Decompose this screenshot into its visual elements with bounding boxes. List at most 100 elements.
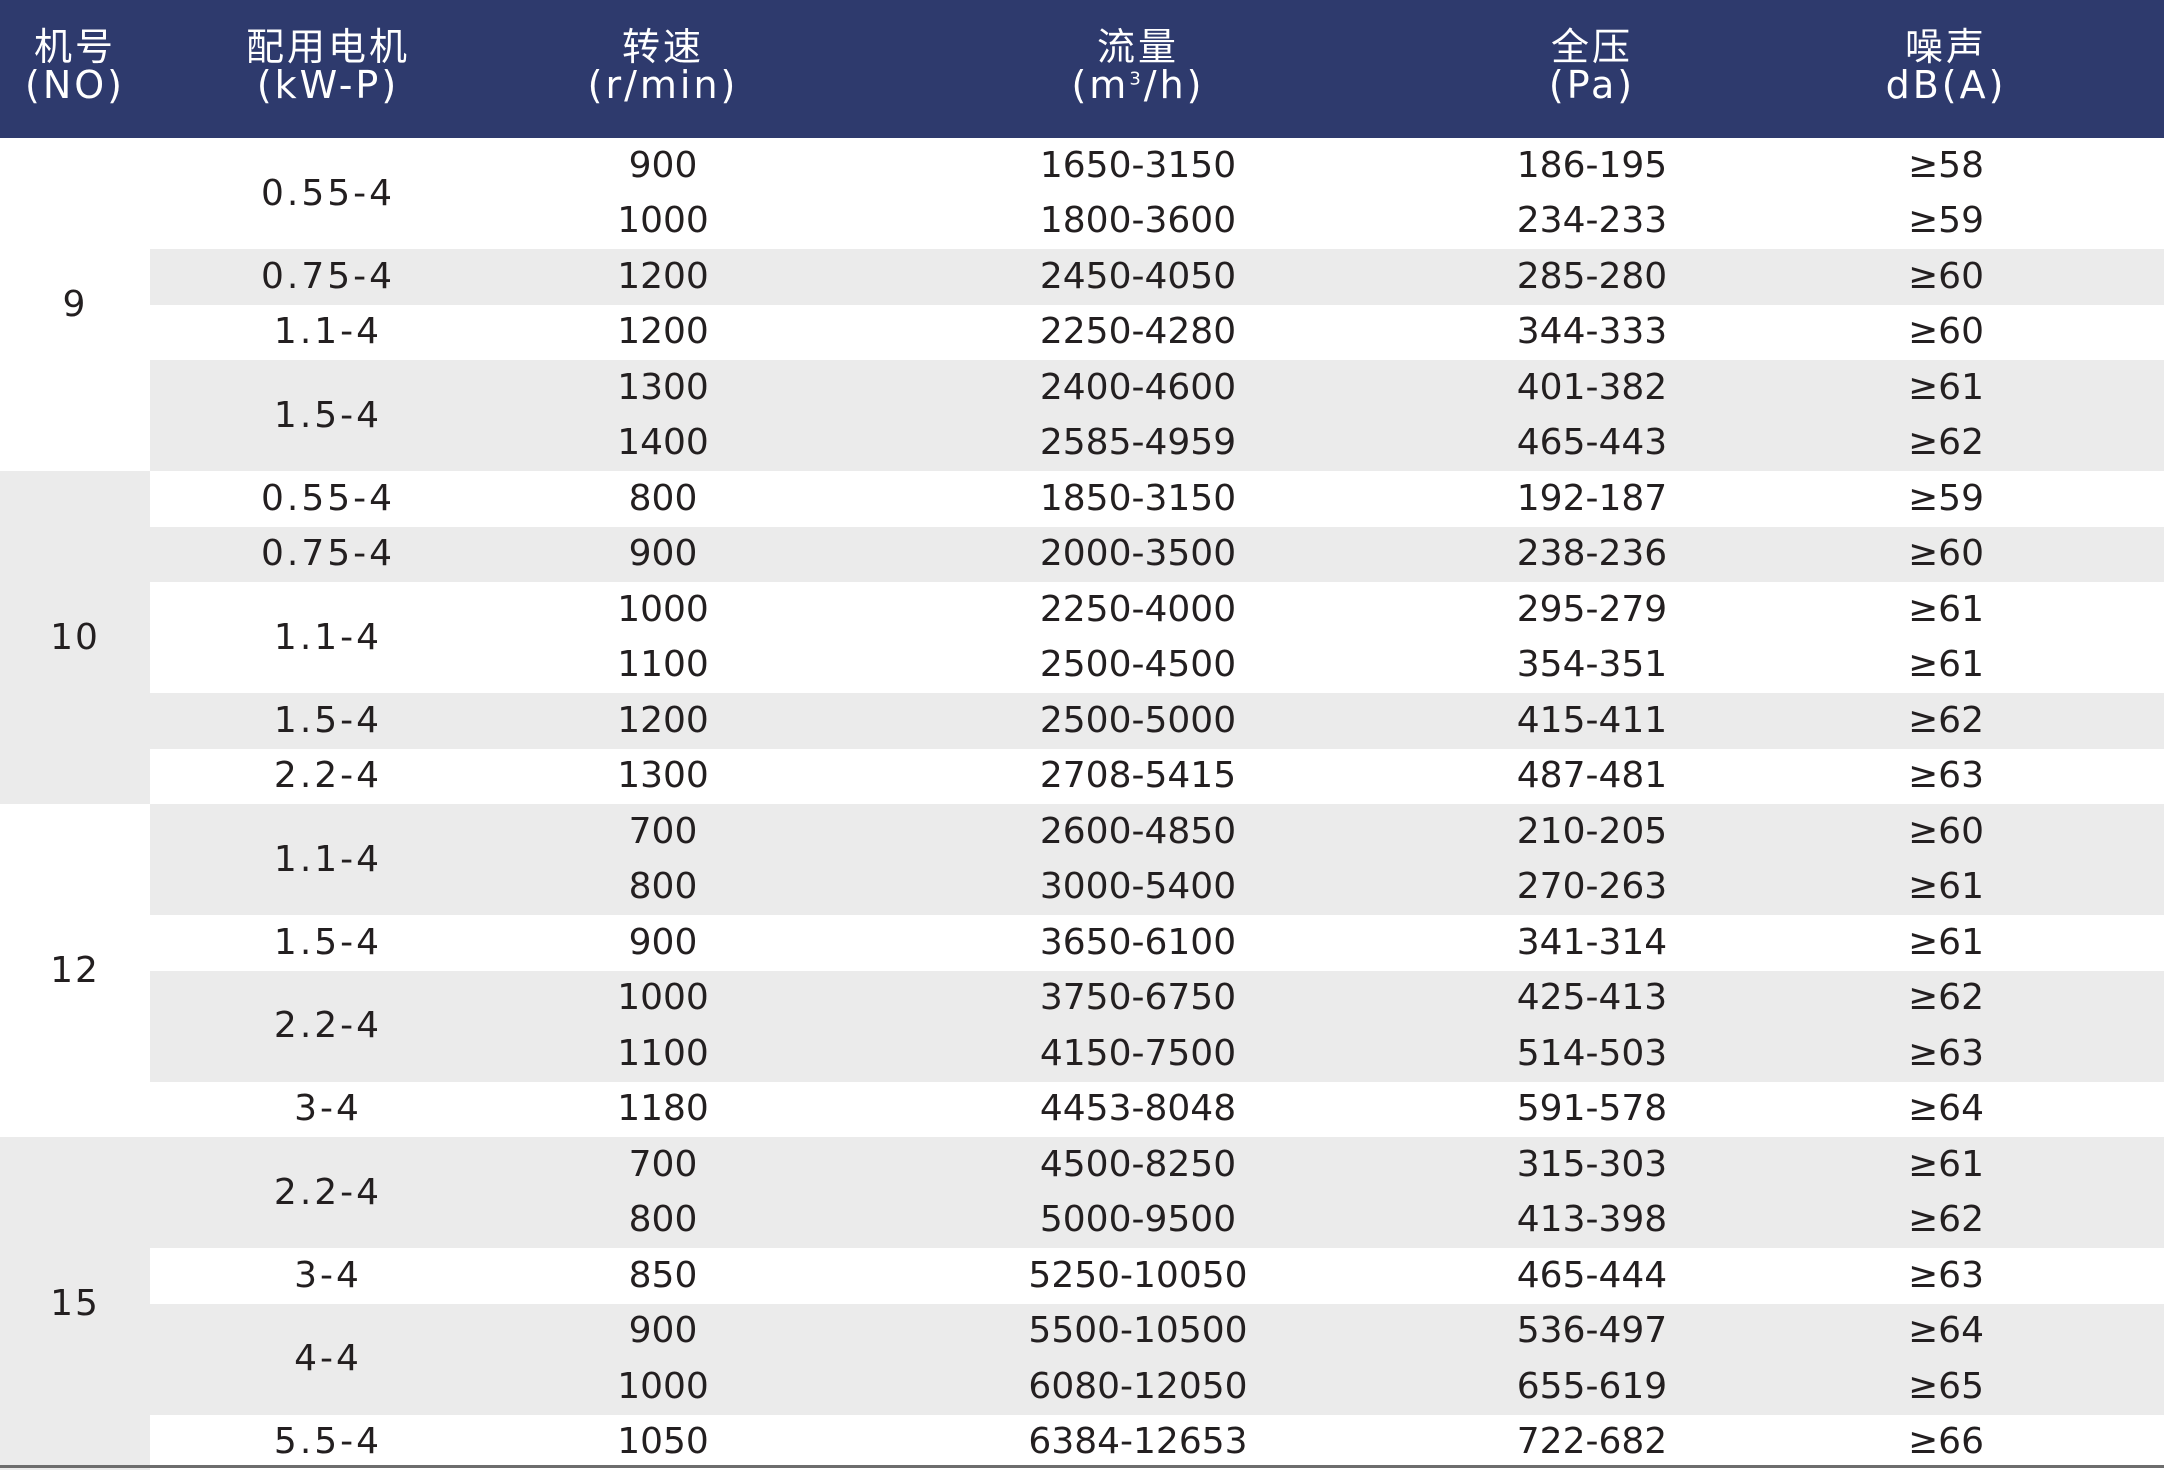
speed-cell: 1000 xyxy=(617,1365,709,1407)
header-flow-unit: (m3/h) xyxy=(820,66,1456,104)
speed-cell: 1000 xyxy=(617,200,709,242)
flow-cell: 5500-10500 xyxy=(1028,1310,1248,1352)
noise-cell: ≥61 xyxy=(1908,1143,1984,1185)
motor-cell: 3-4 xyxy=(294,1254,362,1296)
motor-cell: 2.2-4 xyxy=(273,1171,383,1213)
motor-cell: 0.55-4 xyxy=(260,477,396,519)
noise-cell: ≥58 xyxy=(1908,144,1984,186)
noise-cell: ≥61 xyxy=(1908,866,1984,908)
motor-cell: 2.2-4 xyxy=(273,755,383,797)
pressure-cell: 270-263 xyxy=(1516,866,1668,908)
header-flow-unit-pre: (m xyxy=(1071,63,1130,107)
noise-cell: ≥64 xyxy=(1908,1310,1984,1352)
machine-no-cell: 12 xyxy=(50,949,100,991)
header-noise: 噪声 dB(A) xyxy=(1728,28,2164,104)
pressure-cell: 591-578 xyxy=(1516,1088,1668,1130)
motor-cell: 0.75-4 xyxy=(260,533,396,575)
speed-cell: 1050 xyxy=(617,1421,709,1463)
speed-cell: 1300 xyxy=(617,755,709,797)
noise-cell: ≥61 xyxy=(1908,588,1984,630)
pressure-cell: 354-351 xyxy=(1516,644,1668,686)
noise-cell: ≥61 xyxy=(1908,921,1984,963)
noise-cell: ≥60 xyxy=(1908,810,1984,852)
pressure-cell: 401-382 xyxy=(1516,366,1668,408)
header-no-unit: (NO) xyxy=(25,63,125,107)
speed-cell: 850 xyxy=(628,1254,698,1296)
flow-cell: 2708-5415 xyxy=(1039,755,1237,797)
flow-cell: 3750-6750 xyxy=(1039,977,1237,1019)
flow-cell: 5250-10050 xyxy=(1028,1254,1248,1296)
pressure-cell: 722-682 xyxy=(1516,1421,1668,1463)
pressure-cell: 514-503 xyxy=(1516,1032,1668,1074)
speed-cell: 1000 xyxy=(617,977,709,1019)
flow-cell: 2500-4500 xyxy=(1039,644,1237,686)
pressure-cell: 425-413 xyxy=(1516,977,1668,1019)
pressure-cell: 344-333 xyxy=(1516,311,1668,353)
noise-cell: ≥61 xyxy=(1908,366,1984,408)
flow-cell: 2250-4280 xyxy=(1039,311,1237,353)
noise-cell: ≥65 xyxy=(1908,1365,1984,1407)
flow-cell: 2585-4959 xyxy=(1039,422,1237,464)
motor-cell: 1.5-4 xyxy=(273,394,383,436)
noise-cell: ≥60 xyxy=(1908,255,1984,297)
flow-cell: 3000-5400 xyxy=(1039,866,1237,908)
machine-no-cell: 15 xyxy=(50,1282,100,1324)
header-pressure: 全压 (Pa) xyxy=(1456,28,1728,104)
speed-cell: 1200 xyxy=(617,699,709,741)
header-pressure-title: 全压 xyxy=(1550,25,1633,69)
speed-cell: 900 xyxy=(628,921,698,963)
pressure-cell: 285-280 xyxy=(1516,255,1668,297)
pressure-cell: 186-195 xyxy=(1516,144,1668,186)
header-no-title: 机号 xyxy=(33,25,116,69)
spec-table: 机号 (NO) 配用电机 (kW-P) 转速 (r/min) 流量 (m3/h)… xyxy=(0,0,2164,1470)
header-flow: 流量 (m3/h) xyxy=(820,28,1456,104)
flow-cell: 2500-5000 xyxy=(1039,699,1237,741)
pressure-cell: 210-205 xyxy=(1516,810,1668,852)
noise-cell: ≥62 xyxy=(1908,1199,1984,1241)
motor-cell: 0.55-4 xyxy=(260,172,396,214)
speed-cell: 1000 xyxy=(617,588,709,630)
pressure-cell: 315-303 xyxy=(1516,1143,1668,1185)
flow-cell: 4150-7500 xyxy=(1039,1032,1237,1074)
speed-cell: 1100 xyxy=(617,644,709,686)
noise-cell: ≥59 xyxy=(1908,200,1984,242)
speed-cell: 700 xyxy=(628,1143,698,1185)
speed-cell: 800 xyxy=(628,866,698,908)
pressure-cell: 465-444 xyxy=(1516,1254,1668,1296)
header-flow-unit-sup: 3 xyxy=(1129,68,1144,90)
flow-cell: 1650-3150 xyxy=(1039,144,1237,186)
pressure-cell: 192-187 xyxy=(1516,477,1668,519)
motor-cell: 2.2-4 xyxy=(273,1005,383,1046)
noise-cell: ≥63 xyxy=(1908,755,1984,797)
speed-cell: 900 xyxy=(628,533,698,575)
speed-cell: 1100 xyxy=(617,1032,709,1074)
motor-cell: 1.1-4 xyxy=(273,838,383,880)
flow-cell: 5000-9500 xyxy=(1039,1199,1237,1241)
speed-cell: 1200 xyxy=(617,255,709,297)
speed-cell: 1200 xyxy=(617,311,709,353)
speed-cell: 1180 xyxy=(617,1088,709,1130)
noise-cell: ≥62 xyxy=(1908,699,1984,741)
flow-cell: 2250-4000 xyxy=(1039,588,1237,630)
speed-cell: 900 xyxy=(628,1310,698,1352)
machine-no-cell: 9 xyxy=(62,283,88,325)
pressure-cell: 655-619 xyxy=(1516,1365,1668,1407)
header-no: 机号 (NO) xyxy=(0,28,150,104)
noise-cell: ≥61 xyxy=(1908,644,1984,686)
motor-cell: 5.5-4 xyxy=(273,1421,383,1463)
flow-cell: 6080-12050 xyxy=(1028,1365,1248,1407)
noise-cell: ≥60 xyxy=(1908,533,1984,575)
speed-cell: 700 xyxy=(628,810,698,852)
motor-cell: 1.5-4 xyxy=(273,921,383,963)
flow-cell: 1800-3600 xyxy=(1039,200,1237,242)
noise-cell: ≥64 xyxy=(1908,1088,1984,1130)
noise-cell: ≥62 xyxy=(1908,422,1984,464)
noise-cell: ≥66 xyxy=(1908,1421,1984,1463)
flow-cell: 1850-3150 xyxy=(1039,477,1237,519)
pressure-cell: 238-236 xyxy=(1516,533,1668,575)
flow-cell: 2600-4850 xyxy=(1039,810,1237,852)
header-motor-title: 配用电机 xyxy=(245,25,410,69)
header-pressure-unit: (Pa) xyxy=(1548,63,1636,107)
table-header: 机号 (NO) 配用电机 (kW-P) 转速 (r/min) 流量 (m3/h)… xyxy=(0,0,2164,138)
pressure-cell: 413-398 xyxy=(1516,1199,1668,1241)
